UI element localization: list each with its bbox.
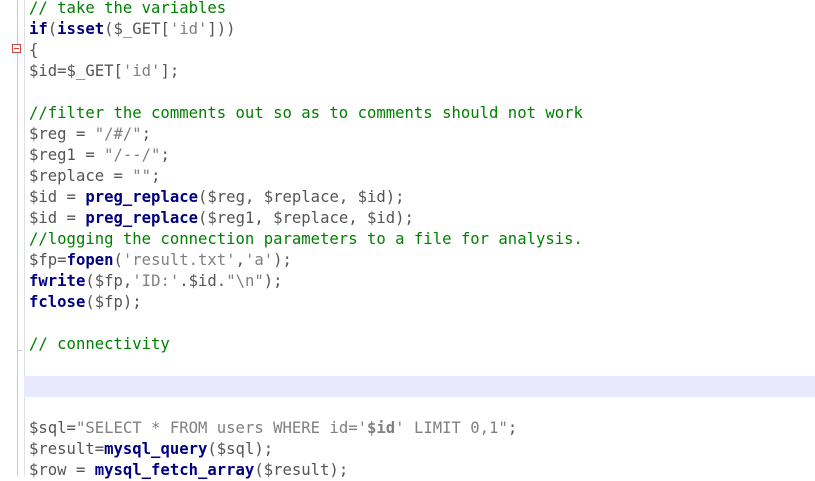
code-token-op: ($fp, <box>85 272 133 290</box>
code-token-func: fclose <box>29 293 86 311</box>
code-token-op: ; <box>151 167 161 185</box>
code-token-var: $id = <box>29 209 86 227</box>
code-token-op: ($sql); <box>207 440 274 458</box>
code-token-op: ; <box>141 125 152 143</box>
code-token-var: $fp= <box>29 251 67 269</box>
code-token-string: "\n" <box>226 272 264 290</box>
code-token-func: preg_replace <box>85 209 199 227</box>
code-token-op: ($reg, $replace, $id); <box>198 188 405 206</box>
code-token-func: fwrite <box>29 272 86 290</box>
code-token-keyword: isset <box>57 20 105 38</box>
code-token-string: "" <box>132 167 152 185</box>
code-token-var: $reg = <box>29 125 95 143</box>
code-token-op: ])) <box>207 20 236 38</box>
code-token-op: ($result); <box>254 461 349 479</box>
code-token-string: 'ID:' <box>132 272 180 290</box>
code-token-op: , <box>235 251 245 269</box>
code-token-keyword: if <box>29 20 48 38</box>
code-token-var: $result= <box>29 440 105 458</box>
code-line[interactable]: $id = preg_replace($reg, $replace, $id); <box>29 187 815 208</box>
code-line[interactable]: { <box>29 40 815 61</box>
code-token-string: ' LIMIT 0,1" <box>395 419 508 437</box>
fold-guide-line <box>17 0 18 476</box>
code-line[interactable]: $fp=fopen('result.txt','a'); <box>29 250 815 271</box>
code-token-op: ); <box>263 272 283 290</box>
code-token-comment: // connectivity <box>29 335 170 353</box>
code-token-var: $id = <box>29 188 86 206</box>
fold-collapse-icon[interactable] <box>12 44 21 53</box>
code-token-op: ($reg1, $replace, $id); <box>198 209 414 227</box>
code-line[interactable]: fwrite($fp,'ID:'.$id."\n"); <box>29 271 815 292</box>
fold-tick <box>17 350 22 351</box>
code-token-var: $sql= <box>29 419 76 437</box>
code-token-op: .$id. <box>179 272 227 290</box>
code-line[interactable]: $id=$_GET['id']; <box>29 61 815 82</box>
code-token-func: preg_replace <box>85 188 199 206</box>
code-line[interactable] <box>29 355 815 376</box>
code-line[interactable]: if(isset($_GET['id'])) <box>29 19 815 40</box>
code-token-op: { <box>29 41 39 59</box>
code-token-strvar: $id <box>367 419 396 437</box>
code-line[interactable]: $sql="SELECT * FROM users WHERE id='$id'… <box>29 418 815 439</box>
code-token-comment: // take the variables <box>29 0 227 17</box>
code-line[interactable]: $row = mysql_fetch_array($result); <box>29 460 815 481</box>
code-token-func: mysql_fetch_array <box>94 461 255 479</box>
code-token-string: "SELECT * FROM users WHERE id=' <box>75 419 367 437</box>
code-token-comment: //filter the comments out so as to comme… <box>29 104 583 122</box>
code-area[interactable]: // take the variables if(isset($_GET['id'… <box>24 0 815 481</box>
code-line[interactable] <box>24 376 815 397</box>
fold-gutter <box>0 0 22 476</box>
code-line[interactable]: //filter the comments out so as to comme… <box>29 103 815 124</box>
code-token-func: mysql_query <box>104 440 208 458</box>
code-line[interactable] <box>29 82 815 103</box>
code-token-string: 'result.txt' <box>122 251 236 269</box>
code-token-string: "/#/" <box>94 125 142 143</box>
code-token-var: $reg1 = <box>29 146 105 164</box>
code-token-string: 'a' <box>244 251 274 269</box>
code-token-var: $id=$_GET[ <box>29 62 123 80</box>
code-token-op: ]; <box>160 62 180 80</box>
code-token-op: ); <box>273 251 292 269</box>
code-token-op: ( <box>47 20 58 38</box>
code-line[interactable]: // connectivity <box>29 334 815 355</box>
code-token-func: fopen <box>66 251 114 269</box>
code-line[interactable]: fclose($fp); <box>29 292 815 313</box>
code-editor[interactable]: // take the variables if(isset($_GET['id'… <box>0 0 815 479</box>
code-line[interactable]: $replace = ""; <box>29 166 815 187</box>
code-line[interactable]: $result=mysql_query($sql); <box>29 439 815 460</box>
code-line[interactable] <box>29 397 815 418</box>
code-token-op: ; <box>160 146 170 164</box>
code-token-string: 'id' <box>169 20 208 38</box>
code-token-var: $row = <box>29 461 95 479</box>
code-line[interactable]: $id = preg_replace($reg1, $replace, $id)… <box>29 208 815 229</box>
code-token-comment: //logging the connection parameters to a… <box>29 230 583 248</box>
code-token-var: $replace = <box>29 167 133 185</box>
code-token-op: ($_GET[ <box>104 20 170 38</box>
code-line[interactable]: $reg1 = "/--/"; <box>29 145 815 166</box>
code-line[interactable] <box>29 313 815 334</box>
code-token-string: "/--/" <box>104 146 161 164</box>
code-token-op: ( <box>113 251 123 269</box>
code-token-op: ; <box>507 419 518 437</box>
code-token-string: 'id' <box>122 62 161 80</box>
gutter-divider <box>24 0 25 476</box>
code-line[interactable]: //logging the connection parameters to a… <box>29 229 815 250</box>
code-line[interactable]: $reg = "/#/"; <box>29 124 815 145</box>
code-line[interactable]: // take the variables <box>29 0 815 19</box>
code-token-op: ($fp); <box>85 293 142 311</box>
